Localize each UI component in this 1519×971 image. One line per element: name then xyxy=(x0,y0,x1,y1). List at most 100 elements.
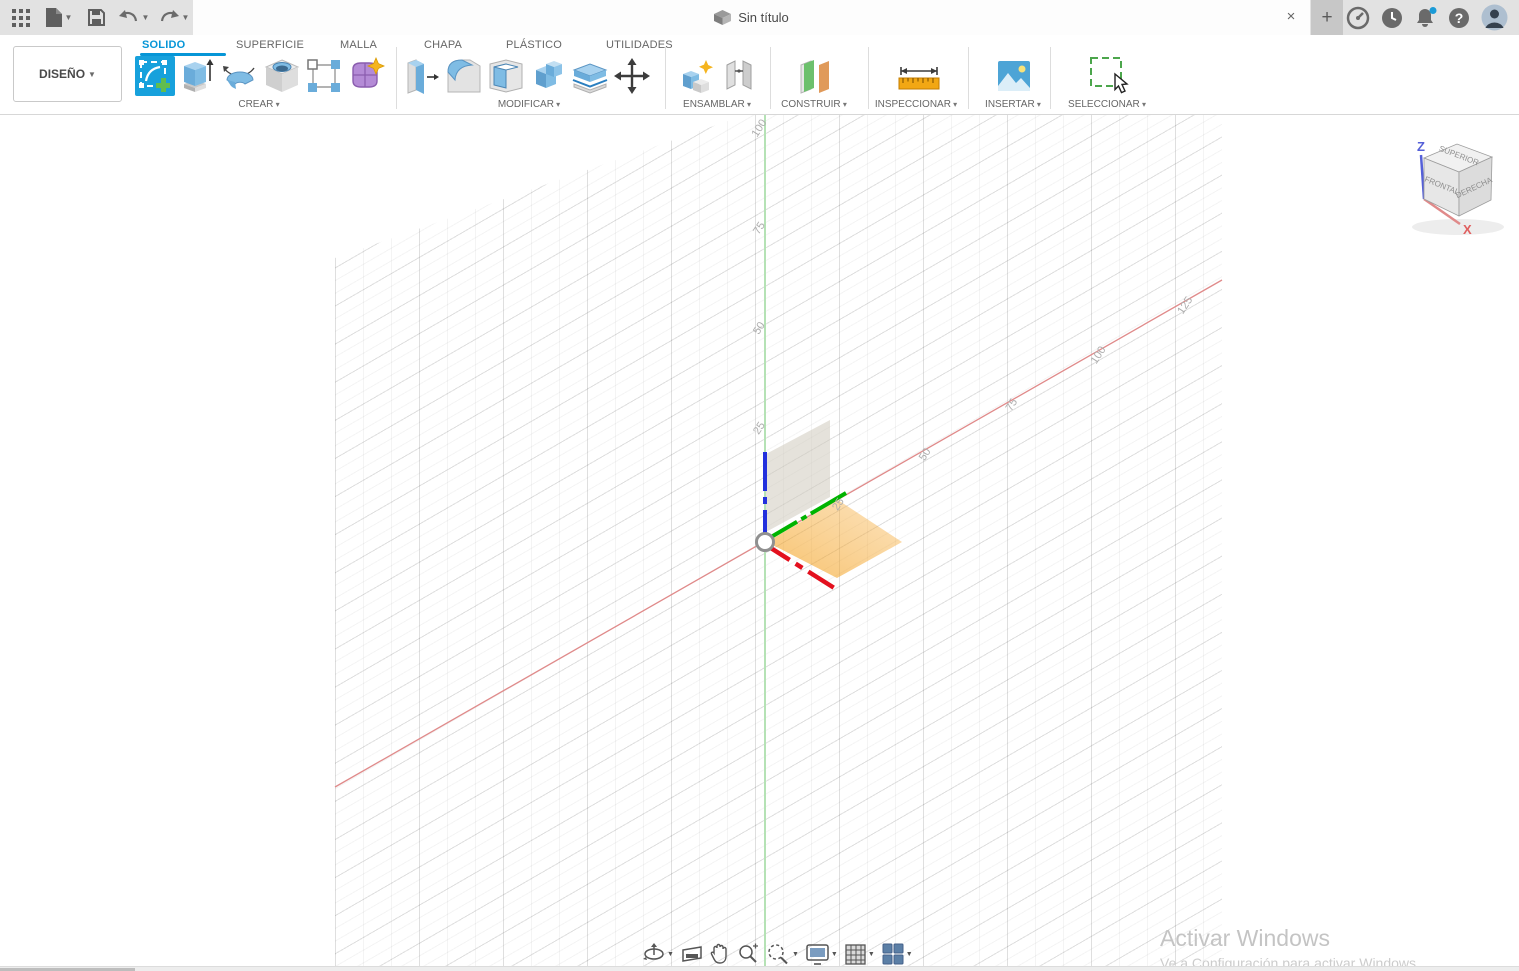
ribbon-tab-solido[interactable]: SOLIDO xyxy=(142,39,185,51)
document-title: Sin título xyxy=(738,10,789,25)
group-separator xyxy=(770,47,771,109)
group-label-modificar[interactable]: MODIFICAR xyxy=(498,99,560,110)
x-axis-tick-labels: 255075100125 xyxy=(830,295,1195,513)
ribbon: SOLIDO SUPERFICIE MALLA CHAPA PLÁSTICO U… xyxy=(0,35,1519,115)
file-menu-caret-icon: ▼ xyxy=(64,13,73,22)
scene-overlay: 255075100 255075100125 Z X SUPERIOR FRON… xyxy=(334,115,1504,966)
svg-text:100: 100 xyxy=(1089,344,1109,366)
hole-button[interactable] xyxy=(263,56,301,96)
viewport-canvas[interactable]: 25 50 75 100 25 50 75 100 125 Z X SUPERIOR FRON… xyxy=(0,115,1519,971)
svg-text:75: 75 xyxy=(1004,397,1021,414)
close-tab-icon[interactable]: × xyxy=(1282,8,1300,26)
select-button[interactable] xyxy=(1088,56,1136,96)
press-pull-button[interactable] xyxy=(403,56,441,96)
insert-image-button[interactable] xyxy=(996,56,1032,96)
grid-settings-button[interactable]: ▼ xyxy=(845,943,875,965)
extrude-button[interactable] xyxy=(179,56,217,96)
help-icon[interactable]: ? xyxy=(1447,6,1471,30)
orbit-caret-icon: ▼ xyxy=(667,950,674,958)
zoom-button[interactable] xyxy=(737,943,759,965)
joint-button[interactable] xyxy=(722,56,756,96)
document-cube-icon xyxy=(714,10,732,25)
view-cube-z-axis xyxy=(1419,154,1426,200)
create-form-button[interactable] xyxy=(347,56,385,96)
ribbon-tab-utilidades[interactable]: UTILIDADES xyxy=(606,39,673,51)
orbit-button[interactable]: ▼ xyxy=(643,943,674,965)
viewports-button[interactable]: ▼ xyxy=(882,943,913,965)
new-component-button[interactable] xyxy=(680,56,716,96)
group-label-seleccionar[interactable]: SELECCIONAR xyxy=(1068,99,1146,110)
viewports-caret-icon: ▼ xyxy=(905,950,913,958)
group-label-inspeccionar[interactable]: INSPECCIONAR xyxy=(875,99,957,110)
recent-activity-icon[interactable] xyxy=(1380,6,1404,30)
app-grid-icon[interactable] xyxy=(8,0,34,35)
view-navigation-toolbar: ▼ ▼ ▼ ▼ ▼ xyxy=(643,941,913,967)
group-inspeccionar-tools xyxy=(896,56,942,96)
group-ensamblar-tools xyxy=(680,56,756,96)
undo-button[interactable]: ▼ xyxy=(116,0,152,35)
group-label-ensamblar[interactable]: ENSAMBLAR xyxy=(683,99,751,110)
top-bar: ▼ ▼ ▼ Sin título × + ? xyxy=(0,0,1519,35)
redo-caret-icon: ▼ xyxy=(181,13,190,22)
group-label-crear[interactable]: CREAR xyxy=(238,99,279,110)
watermark-title: Activar Windows xyxy=(1160,925,1330,951)
svg-text:100: 100 xyxy=(749,117,769,139)
save-button[interactable] xyxy=(84,0,108,35)
look-at-button[interactable] xyxy=(681,944,703,964)
revolve-button[interactable] xyxy=(221,56,259,96)
display-settings-button[interactable]: ▼ xyxy=(806,943,838,965)
construction-plane-button[interactable] xyxy=(796,56,834,96)
workspace-label: DISEÑO xyxy=(39,67,86,81)
group-separator xyxy=(968,47,969,109)
redo-button[interactable]: ▼ xyxy=(156,0,192,35)
file-menu-button[interactable]: ▼ xyxy=(42,0,76,35)
group-crear-tools xyxy=(135,56,385,96)
grid-caret-icon: ▼ xyxy=(867,950,875,958)
fit-button[interactable]: ▼ xyxy=(766,943,799,965)
view-cube[interactable]: Z X SUPERIOR FRONTAL DERECHA xyxy=(1412,139,1504,237)
ribbon-tab-superficie[interactable]: SUPERFICIE xyxy=(236,39,304,51)
svg-text:?: ? xyxy=(1455,10,1464,26)
undo-caret-icon: ▼ xyxy=(141,13,150,22)
measure-button[interactable] xyxy=(896,56,942,96)
svg-text:125: 125 xyxy=(1175,295,1195,317)
display-caret-icon: ▼ xyxy=(830,950,838,958)
group-separator xyxy=(1050,47,1051,109)
ribbon-tab-malla[interactable]: MALLA xyxy=(340,39,377,51)
fit-caret-icon: ▼ xyxy=(791,950,799,958)
split-body-button[interactable] xyxy=(571,56,609,96)
group-label-construir[interactable]: CONSTRUIR xyxy=(781,99,847,110)
svg-text:50: 50 xyxy=(917,446,934,463)
group-label-insertar[interactable]: INSERTAR xyxy=(985,99,1041,110)
account-avatar[interactable] xyxy=(1481,4,1508,31)
move-copy-button[interactable] xyxy=(613,56,651,96)
create-sketch-button[interactable] xyxy=(135,56,175,96)
y-axis-tick-labels: 255075100 xyxy=(749,117,769,436)
windows-activation-watermark: Activar Windows Ve a Configuración para … xyxy=(1160,925,1420,971)
bottom-scrollbar-track[interactable] xyxy=(0,966,1519,971)
fusion-window: { "header": { "tab_title": "Sin título",… xyxy=(0,0,1519,971)
group-seleccionar-tools xyxy=(1088,56,1136,96)
group-insertar-tools xyxy=(996,56,1032,96)
ribbon-tab-chapa[interactable]: CHAPA xyxy=(424,39,462,51)
view-cube-x-label: X xyxy=(1463,222,1472,237)
view-cube-z-label: Z xyxy=(1417,139,1425,154)
notifications-bell-icon[interactable] xyxy=(1414,6,1438,30)
new-tab-button[interactable]: + xyxy=(1311,0,1343,35)
origin-point[interactable] xyxy=(755,532,775,552)
pan-button[interactable] xyxy=(710,943,730,965)
shell-button[interactable] xyxy=(487,56,525,96)
group-separator xyxy=(868,47,869,109)
rectangular-pattern-button[interactable] xyxy=(305,56,343,96)
workspace-selector-button[interactable]: DISEÑO ▼ xyxy=(13,46,122,102)
document-tab[interactable]: Sin título × xyxy=(193,0,1310,35)
ribbon-tab-plastico[interactable]: PLÁSTICO xyxy=(506,39,562,51)
group-separator xyxy=(396,47,397,109)
combine-button[interactable] xyxy=(529,56,567,96)
job-status-icon[interactable] xyxy=(1346,6,1370,30)
group-construir-tools xyxy=(796,56,834,96)
group-separator xyxy=(665,47,666,109)
group-modificar-tools xyxy=(403,56,651,96)
workspace-caret-icon: ▼ xyxy=(88,69,96,79)
fillet-button[interactable] xyxy=(445,56,483,96)
